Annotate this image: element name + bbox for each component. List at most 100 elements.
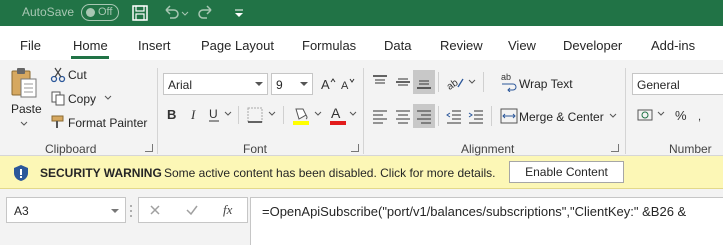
paste-button[interactable]: Paste xyxy=(11,102,42,116)
tab-view[interactable]: View xyxy=(508,38,536,53)
alignment-dialog-launcher[interactable] xyxy=(611,144,619,152)
cancel-icon[interactable] xyxy=(148,203,162,217)
font-size-combo[interactable]: 9 xyxy=(271,73,313,95)
top-align-icon[interactable] xyxy=(371,73,389,91)
copy-icon[interactable] xyxy=(50,90,66,106)
group-separator xyxy=(157,68,158,154)
merge-center-dropdown-icon[interactable] xyxy=(608,112,618,120)
divider xyxy=(483,72,484,92)
enable-content-button[interactable]: Enable Content xyxy=(509,161,624,183)
divider xyxy=(238,106,239,124)
font-name-value: Arial xyxy=(168,78,193,92)
borders-icon[interactable] xyxy=(246,106,264,124)
fill-color-dropdown-icon[interactable] xyxy=(313,110,323,118)
align-center-icon[interactable] xyxy=(394,108,412,126)
svg-text:A: A xyxy=(331,105,341,121)
formula-bar: A3 fx =OpenApiSubscribe("port/v1/balance… xyxy=(0,189,723,245)
chevron-down-icon xyxy=(111,209,119,213)
clipboard-dialog-launcher[interactable] xyxy=(145,144,153,152)
tab-insert[interactable]: Insert xyxy=(138,38,171,53)
italic-icon[interactable]: I xyxy=(188,106,202,122)
chevron-down-icon xyxy=(255,82,263,86)
ribbon-tabs: File Home Insert Page Layout Formulas Da… xyxy=(0,26,723,60)
align-right-icon xyxy=(417,110,431,124)
ribbon: Paste Cut Copy Format Painter Clipboard … xyxy=(0,60,723,156)
tab-add-ins[interactable]: Add-ins xyxy=(651,38,695,53)
autosave-toggle[interactable]: Off xyxy=(81,4,119,21)
name-box[interactable]: A3 xyxy=(6,197,126,223)
align-left-icon[interactable] xyxy=(371,108,389,126)
accounting-format-icon[interactable] xyxy=(636,106,656,126)
increase-font-size-icon[interactable]: A xyxy=(320,76,336,92)
font-color-icon[interactable]: A xyxy=(328,105,348,125)
decrease-indent-icon[interactable] xyxy=(445,108,463,126)
align-right-button[interactable] xyxy=(413,104,435,128)
tab-home[interactable]: Home xyxy=(73,38,108,53)
merge-center-icon[interactable] xyxy=(500,107,518,125)
divider xyxy=(491,106,492,126)
shield-icon xyxy=(14,165,28,181)
tab-page-layout[interactable]: Page Layout xyxy=(201,38,274,53)
redo-icon[interactable] xyxy=(197,4,215,22)
orientation-icon[interactable]: ab xyxy=(445,73,465,91)
format-painter-button[interactable]: Format Painter xyxy=(68,116,147,130)
copy-dropdown-icon[interactable] xyxy=(103,94,113,102)
svg-text:U: U xyxy=(209,107,218,121)
font-group-label: Font xyxy=(243,142,268,156)
copy-button[interactable]: Copy xyxy=(68,92,96,106)
bold-icon[interactable]: B xyxy=(165,106,179,122)
tab-file[interactable]: File xyxy=(20,38,41,53)
tab-formulas[interactable]: Formulas xyxy=(302,38,356,53)
middle-align-icon[interactable] xyxy=(394,73,412,91)
orientation-dropdown-icon[interactable] xyxy=(467,78,477,86)
decrease-font-size-icon[interactable]: A xyxy=(340,76,356,92)
formula-input[interactable]: =OpenApiSubscribe("port/v1/balances/subs… xyxy=(250,197,723,245)
svg-text:I: I xyxy=(190,107,196,122)
font-dialog-launcher[interactable] xyxy=(351,144,359,152)
save-icon[interactable] xyxy=(131,4,149,22)
comma-style-icon[interactable]: , xyxy=(697,106,717,126)
number-group-label: Number xyxy=(669,142,712,156)
alignment-group-label: Alignment xyxy=(461,142,515,156)
tab-review[interactable]: Review xyxy=(440,38,483,53)
underline-icon[interactable]: U xyxy=(207,106,221,122)
font-name-combo[interactable]: Arial xyxy=(163,73,268,95)
chevron-down-icon xyxy=(300,82,308,86)
tab-developer[interactable]: Developer xyxy=(563,38,622,53)
fill-color-icon[interactable] xyxy=(291,105,311,125)
percent-style-icon[interactable]: % xyxy=(672,106,692,126)
autosave-label: AutoSave xyxy=(22,5,75,19)
security-warning-title: SECURITY WARNING xyxy=(40,166,162,180)
format-painter-icon[interactable] xyxy=(50,114,66,130)
font-color-dropdown-icon[interactable] xyxy=(348,110,358,118)
accounting-dropdown-icon[interactable] xyxy=(656,110,666,118)
svg-text:A: A xyxy=(341,80,349,92)
security-warning-bar: SECURITY WARNING Some active content has… xyxy=(0,156,723,189)
svg-text:ab: ab xyxy=(501,72,511,82)
cut-button[interactable]: Cut xyxy=(68,68,87,82)
merge-center-button[interactable]: Merge & Center xyxy=(519,110,604,124)
increase-indent-icon[interactable] xyxy=(467,108,485,126)
bottom-align-button[interactable] xyxy=(413,70,435,94)
customize-qat-icon[interactable] xyxy=(232,4,246,22)
divider xyxy=(438,106,439,126)
insert-function-button[interactable]: fx xyxy=(223,202,232,218)
active-tab-indicator xyxy=(71,56,109,59)
enter-icon[interactable] xyxy=(185,203,199,217)
group-separator xyxy=(625,68,626,154)
undo-dropdown-icon[interactable] xyxy=(180,4,190,22)
wrap-text-button[interactable]: Wrap Text xyxy=(519,77,573,91)
undo-icon[interactable] xyxy=(162,4,180,22)
autosave-state: Off xyxy=(98,6,113,18)
svg-text:,: , xyxy=(698,111,701,123)
number-format-combo[interactable]: General xyxy=(632,73,723,95)
paste-dropdown-icon[interactable] xyxy=(19,120,29,128)
wrap-text-icon[interactable]: ab xyxy=(500,72,518,92)
resize-handle-icon[interactable] xyxy=(128,204,134,218)
borders-dropdown-icon[interactable] xyxy=(267,110,277,118)
cut-icon[interactable] xyxy=(50,67,66,83)
paste-icon[interactable] xyxy=(9,66,39,100)
tab-data[interactable]: Data xyxy=(384,38,411,53)
underline-dropdown-icon[interactable] xyxy=(223,110,233,118)
security-warning-message[interactable]: Some active content has been disabled. C… xyxy=(164,166,496,180)
